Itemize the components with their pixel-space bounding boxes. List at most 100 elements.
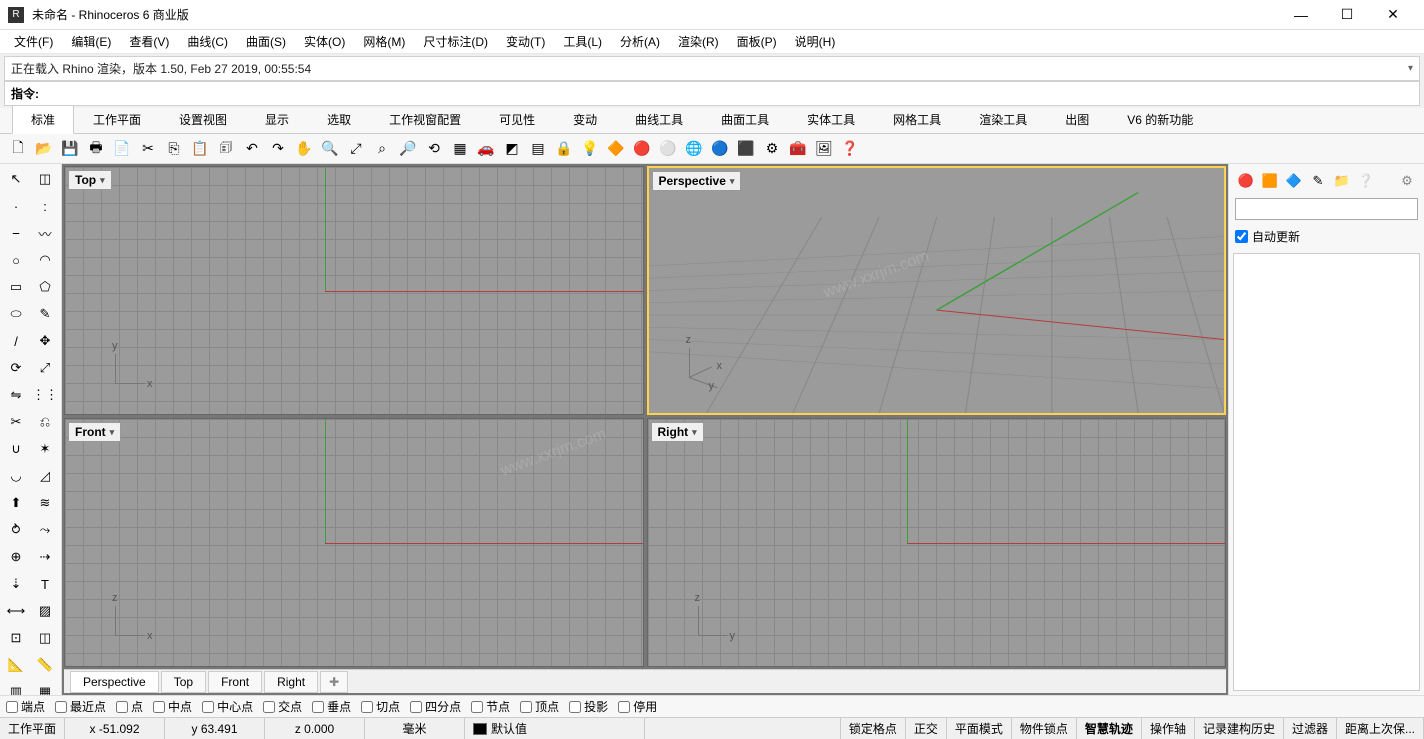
status-layer[interactable]: 默认值 bbox=[465, 718, 645, 739]
viewport-tab-perspective[interactable]: Perspective bbox=[70, 671, 159, 693]
ribbon-tab-0[interactable]: 标准 bbox=[12, 105, 74, 134]
status-toggle-8[interactable]: 距离上次保... bbox=[1337, 718, 1424, 739]
auto-update-checkbox[interactable]: 自动更新 bbox=[1233, 224, 1420, 249]
tool-project-icon[interactable]: ⇣ bbox=[2, 571, 30, 597]
gear-icon[interactable]: ⚙ bbox=[1396, 170, 1418, 192]
tool-measure-icon[interactable]: 📏 bbox=[31, 652, 59, 678]
ribbon-tab-12[interactable]: 渲染工具 bbox=[960, 105, 1046, 134]
menu-分析(A)[interactable]: 分析(A) bbox=[612, 31, 668, 52]
viewport-label-perspective[interactable]: Perspective▾ bbox=[652, 171, 742, 191]
copy-icon[interactable]: ⎘ bbox=[162, 137, 186, 161]
viewport-tab-front[interactable]: Front bbox=[208, 671, 262, 693]
tool-curve-icon[interactable]: 〰 bbox=[31, 220, 59, 246]
viewport-top[interactable]: Top▾ y x bbox=[64, 166, 644, 415]
layer-sphere-icon[interactable]: 🔴 bbox=[630, 137, 654, 161]
panel-tab-sphere-icon[interactable]: 🔴 bbox=[1235, 170, 1257, 192]
sphere-blue-icon[interactable]: 🔵 bbox=[708, 137, 732, 161]
tool-mesh-icon[interactable]: ▦ bbox=[31, 679, 59, 695]
chevron-down-icon[interactable]: ▾ bbox=[730, 176, 735, 187]
osnap-最近点[interactable]: 最近点 bbox=[55, 698, 106, 715]
tool-block-icon[interactable]: ◫ bbox=[31, 625, 59, 651]
lock-icon[interactable]: 🔒 bbox=[552, 137, 576, 161]
ribbon-tab-1[interactable]: 工作平面 bbox=[74, 105, 160, 134]
viewport-tab-right[interactable]: Right bbox=[264, 671, 318, 693]
panel-tab-box-icon[interactable]: 🟧 bbox=[1259, 170, 1281, 192]
panel-tab-cylinder-icon[interactable]: 🔷 bbox=[1283, 170, 1305, 192]
tool-point-icon[interactable]: · bbox=[2, 193, 30, 219]
osnap-顶点[interactable]: 顶点 bbox=[520, 698, 559, 715]
ribbon-tab-4[interactable]: 选取 bbox=[308, 105, 370, 134]
menu-网格(M)[interactable]: 网格(M) bbox=[355, 31, 413, 52]
tool-rotate-icon[interactable]: ⟳ bbox=[2, 355, 30, 381]
tool-section-icon[interactable]: ▥ bbox=[2, 679, 30, 695]
viewport-perspective[interactable]: Perspective▾ z x y www.xxrjm.com bbox=[647, 166, 1227, 415]
status-toggle-6[interactable]: 记录建构历史 bbox=[1195, 718, 1284, 739]
wireframe-icon[interactable]: ▤ bbox=[526, 137, 550, 161]
tool-arc-icon[interactable]: ◠ bbox=[31, 247, 59, 273]
toolbox-icon[interactable]: 🧰 bbox=[786, 137, 810, 161]
ribbon-tab-9[interactable]: 曲面工具 bbox=[702, 105, 788, 134]
tool-polygon-icon[interactable]: ⬠ bbox=[31, 274, 59, 300]
status-toggle-2[interactable]: 平面模式 bbox=[947, 718, 1012, 739]
viewport-right[interactable]: Right▾ z y bbox=[647, 418, 1227, 667]
plugin-icon[interactable]: ⚙ bbox=[760, 137, 784, 161]
minimize-button[interactable]: — bbox=[1278, 0, 1324, 30]
globe-icon[interactable]: 🌐 bbox=[682, 137, 706, 161]
ribbon-tab-2[interactable]: 设置视图 bbox=[160, 105, 246, 134]
new-icon[interactable]: 🗋 bbox=[6, 137, 30, 161]
open-icon[interactable]: 📂 bbox=[32, 137, 56, 161]
tool-group-icon[interactable]: ⊡ bbox=[2, 625, 30, 651]
ribbon-tab-7[interactable]: 变动 bbox=[554, 105, 616, 134]
tool-revolve-icon[interactable]: ⥁ bbox=[2, 517, 30, 543]
4view-icon[interactable]: ▦ bbox=[448, 137, 472, 161]
osnap-切点[interactable]: 切点 bbox=[361, 698, 400, 715]
help-icon[interactable]: ❓ bbox=[838, 137, 862, 161]
tool-fillet-icon[interactable]: ◡ bbox=[2, 463, 30, 489]
status-toggle-3[interactable]: 物件锁点 bbox=[1012, 718, 1077, 739]
panel-tab-folder-icon[interactable]: 📁 bbox=[1331, 170, 1353, 192]
tool-free-icon[interactable]: ✎ bbox=[31, 301, 59, 327]
tool-rect-icon[interactable]: ▭ bbox=[2, 274, 30, 300]
command-line[interactable]: 指令: bbox=[4, 81, 1420, 106]
ribbon-tab-3[interactable]: 显示 bbox=[246, 105, 308, 134]
panel-search-input[interactable] bbox=[1235, 198, 1418, 220]
status-cplane[interactable]: 工作平面 bbox=[0, 718, 65, 739]
hide-icon[interactable]: 💡 bbox=[578, 137, 602, 161]
tool-offset-icon[interactable]: ⇢ bbox=[31, 544, 59, 570]
ribbon-tab-13[interactable]: 出图 bbox=[1046, 105, 1108, 134]
tool-ellipse-icon[interactable]: ⬭ bbox=[2, 301, 30, 327]
menu-文件(F)[interactable]: 文件(F) bbox=[6, 31, 61, 52]
tool-line-icon[interactable]: / bbox=[2, 328, 30, 354]
tool-extrude-icon[interactable]: ⬆ bbox=[2, 490, 30, 516]
tool-lasso-icon[interactable]: ◫ bbox=[31, 166, 59, 192]
osnap-中心点[interactable]: 中心点 bbox=[202, 698, 253, 715]
cut-icon[interactable]: ✂ bbox=[136, 137, 160, 161]
status-toggle-0[interactable]: 锁定格点 bbox=[841, 718, 906, 739]
ribbon-tab-14[interactable]: V6 的新功能 bbox=[1108, 105, 1212, 134]
options-icon[interactable]: ⬛ bbox=[734, 137, 758, 161]
render-icon[interactable]: 🖼 bbox=[812, 137, 836, 161]
rotate-view-icon[interactable]: ⟲ bbox=[422, 137, 446, 161]
menu-面板(P)[interactable]: 面板(P) bbox=[729, 31, 785, 52]
tool-split-icon[interactable]: ⎌ bbox=[31, 409, 59, 435]
menu-工具(L)[interactable]: 工具(L) bbox=[555, 31, 610, 52]
osnap-交点[interactable]: 交点 bbox=[263, 698, 302, 715]
redo-icon[interactable]: ↷ bbox=[266, 137, 290, 161]
viewport-tab-top[interactable]: Top bbox=[161, 671, 206, 693]
menu-实体(O)[interactable]: 实体(O) bbox=[296, 31, 353, 52]
tool-pointer-icon[interactable]: ↖ bbox=[2, 166, 30, 192]
tool-dim-icon[interactable]: ⟷ bbox=[2, 598, 30, 624]
material-icon[interactable]: ⚪ bbox=[656, 137, 680, 161]
tool-move-icon[interactable]: ✥ bbox=[31, 328, 59, 354]
menu-说明(H)[interactable]: 说明(H) bbox=[787, 31, 844, 52]
osnap-点[interactable]: 点 bbox=[116, 698, 143, 715]
menu-渲染(R)[interactable]: 渲染(R) bbox=[670, 31, 727, 52]
tool-scale-icon[interactable]: ⤢ bbox=[31, 355, 59, 381]
osnap-project[interactable]: 投影 bbox=[569, 698, 608, 715]
tool-boolean-icon[interactable]: ⊕ bbox=[2, 544, 30, 570]
menu-变动(T)[interactable]: 变动(T) bbox=[498, 31, 553, 52]
save-icon[interactable]: 💾 bbox=[58, 137, 82, 161]
panel-tab-edit-icon[interactable]: ✎ bbox=[1307, 170, 1329, 192]
tool-explode-icon[interactable]: ✶ bbox=[31, 436, 59, 462]
tool-trim-icon[interactable]: ✂ bbox=[2, 409, 30, 435]
